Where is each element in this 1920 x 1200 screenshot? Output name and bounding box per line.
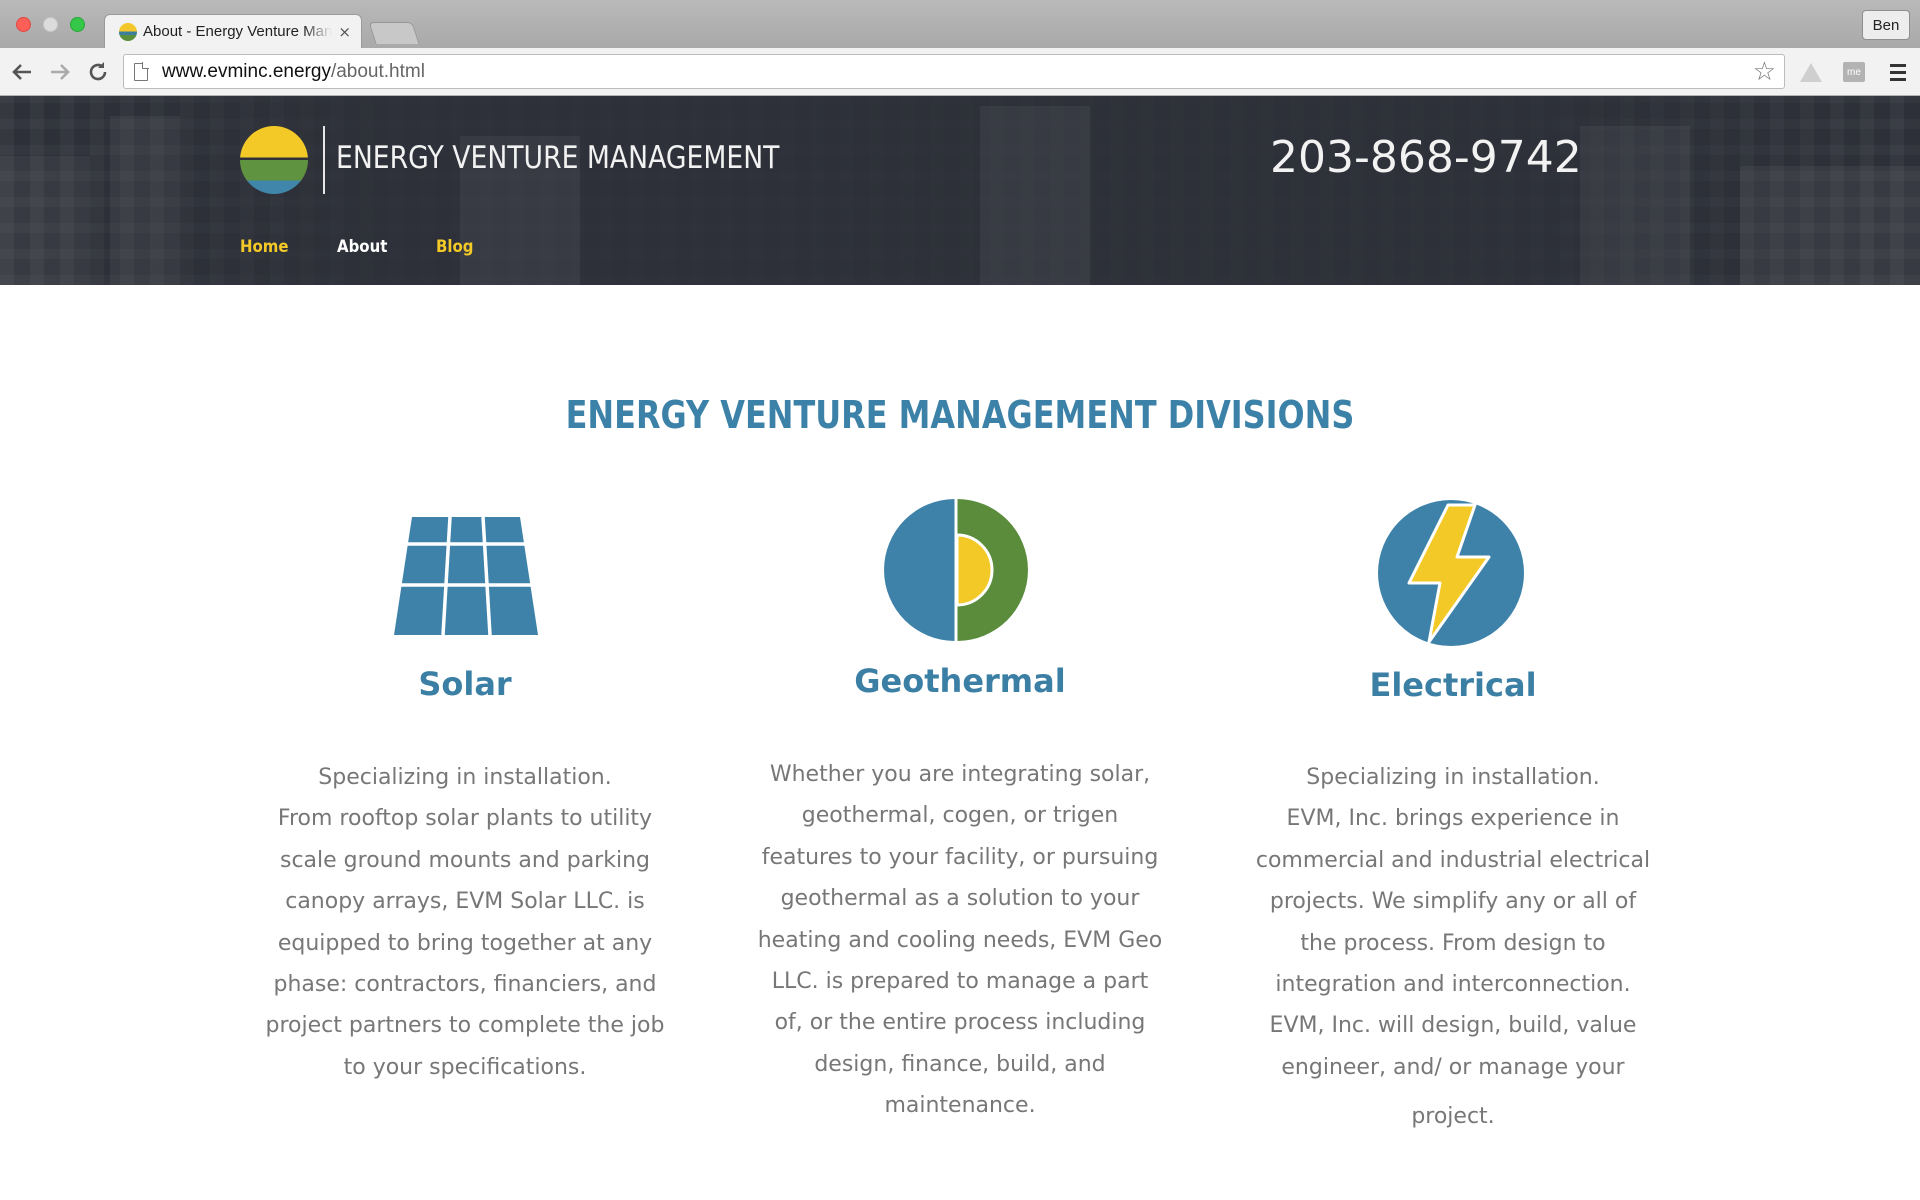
address-bar[interactable]: www.evminc.energy/about.html ☆: [123, 54, 1785, 89]
main-nav: Home About Blog: [240, 237, 521, 257]
division-name-geothermal: Geothermal: [854, 662, 1066, 700]
new-tab-button[interactable]: [368, 22, 420, 44]
tab-close-icon[interactable]: ×: [338, 23, 351, 41]
solar-panel-icon: [392, 511, 540, 639]
page-icon: [134, 61, 149, 81]
section-title: ENERGY VENTURE MANAGEMENT DIVISIONS: [565, 393, 1355, 437]
menu-icon[interactable]: [1886, 60, 1910, 84]
drive-extension-icon[interactable]: [1799, 60, 1823, 84]
logo-divider: [323, 126, 325, 194]
forward-icon[interactable]: [46, 58, 74, 86]
site-header: ENERGY VENTURE MANAGEMENT 203-868-9742 H…: [0, 96, 1920, 285]
division-description-solar: Specializing in installation. From rooft…: [265, 765, 665, 1080]
division-electrical: Electrical Specializing in installation.…: [1223, 495, 1683, 1145]
nav-link-about[interactable]: About: [337, 237, 387, 257]
favicon-icon: [119, 22, 137, 41]
tab-title: About - Energy Venture Management: [143, 23, 333, 40]
profile-button[interactable]: Ben: [1862, 10, 1910, 40]
lightning-bolt-icon: [1376, 497, 1526, 651]
division-description-geothermal: Whether you are integrating solar, geoth…: [757, 762, 1163, 1119]
close-window-button[interactable]: [16, 17, 31, 32]
nav-link-home[interactable]: Home: [240, 237, 289, 257]
maximize-window-button[interactable]: [70, 17, 85, 32]
minimize-window-button[interactable]: [43, 17, 58, 32]
back-icon[interactable]: [8, 58, 36, 86]
division-name-solar: Solar: [418, 665, 512, 703]
me-extension-icon[interactable]: me: [1842, 60, 1866, 84]
company-name[interactable]: ENERGY VENTURE MANAGEMENT: [336, 140, 779, 176]
company-logo-icon[interactable]: [240, 126, 308, 194]
geothermal-icon: [883, 497, 1029, 647]
browser-tab-bar: About - Energy Venture Management × Ben: [0, 0, 1920, 48]
division-solar: Solar Specializing in installation. From…: [235, 505, 695, 1085]
reload-icon[interactable]: [84, 58, 112, 86]
division-description-electrical: Specializing in installation. EVM, Inc. …: [1255, 765, 1651, 1130]
browser-toolbar: www.evminc.energy/about.html ☆ me: [0, 48, 1920, 96]
division-geothermal: Geothermal Whether you are integrating s…: [730, 495, 1190, 1135]
bookmark-star-icon[interactable]: ☆: [1753, 57, 1776, 87]
url-text[interactable]: www.evminc.energy/about.html: [162, 61, 425, 83]
division-name-electrical: Electrical: [1369, 666, 1537, 704]
nav-link-blog[interactable]: Blog: [436, 237, 474, 257]
phone-number: 203-868-9742: [1270, 132, 1582, 183]
browser-tab-active[interactable]: About - Energy Venture Management ×: [104, 14, 362, 48]
